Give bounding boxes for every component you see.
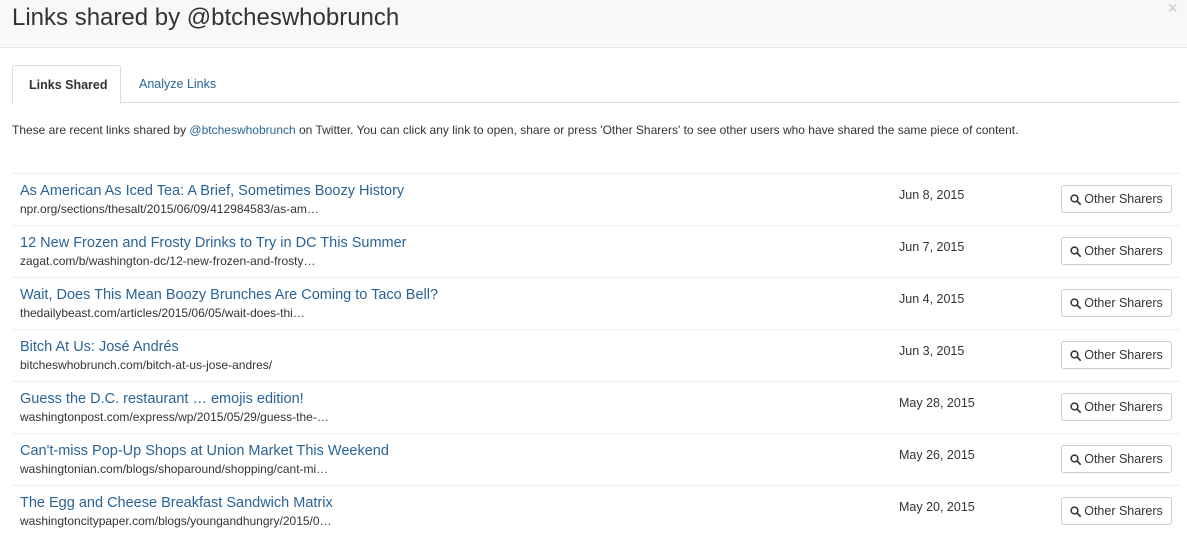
- close-icon[interactable]: ×: [1167, 0, 1178, 17]
- link-title[interactable]: As American As Iced Tea: A Brief, Someti…: [20, 182, 404, 200]
- link-date: Jun 3, 2015: [899, 344, 965, 358]
- list-item: Can't-miss Pop-Up Shops at Union Market …: [12, 433, 1180, 485]
- tab-analyze-links[interactable]: Analyze Links: [123, 65, 232, 104]
- list-item: 12 New Frozen and Frosty Drinks to Try i…: [12, 225, 1180, 277]
- search-icon: [1070, 344, 1082, 370]
- link-url: bitcheswhobrunch.com/bitch-at-us-jose-an…: [20, 358, 273, 372]
- links-list: As American As Iced Tea: A Brief, Someti…: [12, 173, 1180, 537]
- other-sharers-label: Other Sharers: [1084, 348, 1163, 362]
- modal-header: Links shared by @btcheswhobrunch ×: [0, 0, 1187, 48]
- other-sharers-button[interactable]: Other Sharers: [1061, 497, 1172, 525]
- user-profile-link[interactable]: @btcheswhobrunch: [189, 123, 295, 137]
- link-date: May 20, 2015: [899, 500, 975, 514]
- search-icon: [1070, 292, 1082, 318]
- search-icon: [1070, 500, 1082, 526]
- link-url: npr.org/sections/thesalt/2015/06/09/4129…: [20, 202, 319, 216]
- link-date: May 28, 2015: [899, 396, 975, 410]
- list-item: As American As Iced Tea: A Brief, Someti…: [12, 173, 1180, 225]
- other-sharers-button[interactable]: Other Sharers: [1061, 393, 1172, 421]
- tab-bar: Links Shared Analyze Links: [12, 65, 1180, 104]
- other-sharers-label: Other Sharers: [1084, 192, 1163, 206]
- link-date: Jun 8, 2015: [899, 188, 965, 202]
- list-item: The Egg and Cheese Breakfast Sandwich Ma…: [12, 485, 1180, 537]
- link-url: washingtoncitypaper.com/blogs/youngandhu…: [20, 514, 332, 528]
- link-title[interactable]: The Egg and Cheese Breakfast Sandwich Ma…: [20, 494, 333, 512]
- intro-text: These are recent links shared by @btches…: [12, 122, 1172, 138]
- search-icon: [1070, 188, 1082, 214]
- other-sharers-label: Other Sharers: [1084, 244, 1163, 258]
- other-sharers-label: Other Sharers: [1084, 452, 1163, 466]
- link-title[interactable]: Bitch At Us: José Andrés: [20, 338, 179, 356]
- list-item: Wait, Does This Mean Boozy Brunches Are …: [12, 277, 1180, 329]
- link-url: thedailybeast.com/articles/2015/06/05/wa…: [20, 306, 305, 320]
- other-sharers-label: Other Sharers: [1084, 296, 1163, 310]
- search-icon: [1070, 240, 1082, 266]
- intro-text-after: on Twitter. You can click any link to op…: [295, 123, 1019, 137]
- link-title[interactable]: Wait, Does This Mean Boozy Brunches Are …: [20, 286, 438, 304]
- tab-links-shared[interactable]: Links Shared: [12, 65, 121, 104]
- other-sharers-button[interactable]: Other Sharers: [1061, 445, 1172, 473]
- other-sharers-label: Other Sharers: [1084, 400, 1163, 414]
- other-sharers-button[interactable]: Other Sharers: [1061, 341, 1172, 369]
- link-url: zagat.com/b/washington-dc/12-new-frozen-…: [20, 254, 316, 268]
- link-date: May 26, 2015: [899, 448, 975, 462]
- search-icon: [1070, 396, 1082, 422]
- link-title[interactable]: 12 New Frozen and Frosty Drinks to Try i…: [20, 234, 407, 252]
- link-title[interactable]: Guess the D.C. restaurant … emojis editi…: [20, 390, 304, 408]
- other-sharers-button[interactable]: Other Sharers: [1061, 289, 1172, 317]
- search-icon: [1070, 448, 1082, 474]
- other-sharers-button[interactable]: Other Sharers: [1061, 237, 1172, 265]
- intro-text-before: These are recent links shared by: [12, 123, 190, 137]
- link-url: washingtonian.com/blogs/shoparound/shopp…: [20, 462, 329, 476]
- list-item: Bitch At Us: José Andrés bitcheswhobrunch…: [12, 329, 1180, 381]
- other-sharers-label: Other Sharers: [1084, 504, 1163, 518]
- other-sharers-button[interactable]: Other Sharers: [1061, 185, 1172, 213]
- link-title[interactable]: Can't-miss Pop-Up Shops at Union Market …: [20, 442, 389, 460]
- link-date: Jun 4, 2015: [899, 292, 965, 306]
- list-item: Guess the D.C. restaurant … emojis editi…: [12, 381, 1180, 433]
- modal-title: Links shared by @btcheswhobrunch: [12, 4, 400, 31]
- link-date: Jun 7, 2015: [899, 240, 965, 254]
- link-url: washingtonpost.com/express/wp/2015/05/29…: [20, 410, 329, 424]
